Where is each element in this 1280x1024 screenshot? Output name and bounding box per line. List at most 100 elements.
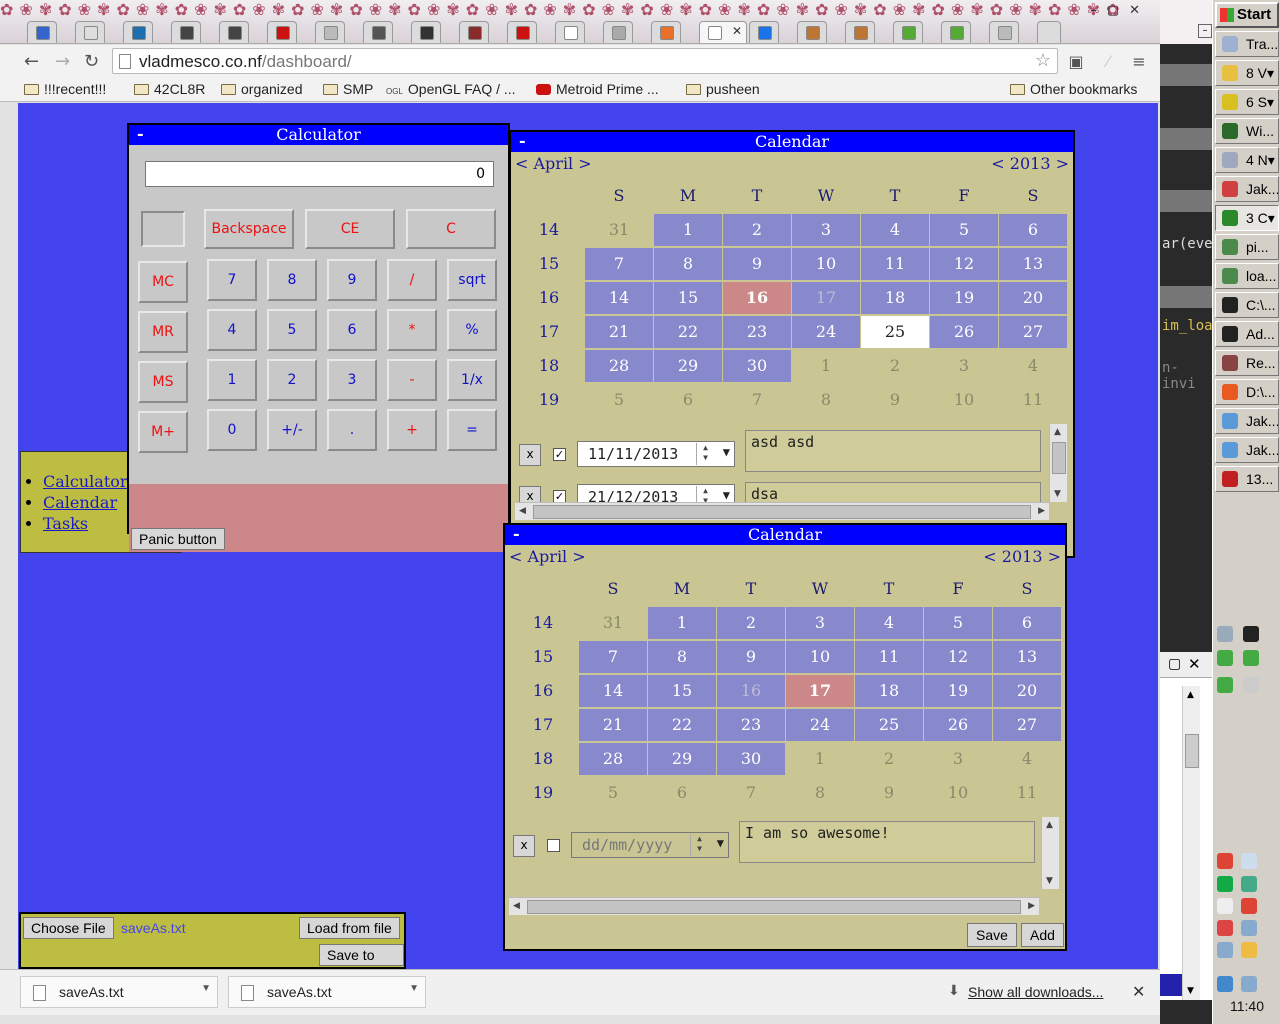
calendar-day[interactable]: 30 bbox=[717, 743, 785, 775]
taskbar-task[interactable]: 8 V▾ bbox=[1215, 60, 1279, 86]
calculator-key[interactable]: % bbox=[447, 309, 497, 351]
browser-tab[interactable] bbox=[893, 21, 923, 43]
calendar-day[interactable]: 23 bbox=[717, 709, 785, 741]
calendar-day[interactable]: 22 bbox=[654, 316, 722, 348]
bookmark-folder[interactable]: SMP bbox=[323, 81, 373, 97]
calculator-key[interactable]: 1 bbox=[207, 359, 257, 401]
browser-tab[interactable] bbox=[941, 21, 971, 43]
add-task-button[interactable]: Add bbox=[1021, 923, 1064, 947]
calendar-day[interactable]: 10 bbox=[792, 248, 860, 280]
tray-icon[interactable] bbox=[1241, 976, 1257, 992]
taskbar-task[interactable]: pi... bbox=[1215, 234, 1279, 260]
calendar-day[interactable]: 12 bbox=[930, 248, 998, 280]
tray-icon[interactable] bbox=[1241, 942, 1257, 958]
scroll-up-icon[interactable]: ▲ bbox=[1187, 690, 1194, 700]
calendar-day[interactable]: 12 bbox=[924, 641, 992, 673]
calendar-day[interactable]: 23 bbox=[723, 316, 791, 348]
window-controls[interactable]: –▢✕ bbox=[1090, 3, 1150, 18]
taskbar-task[interactable]: Jak... bbox=[1215, 408, 1279, 434]
taskbar-task[interactable]: D:\... bbox=[1215, 379, 1279, 405]
calculator-key[interactable]: 0 bbox=[207, 409, 257, 451]
nav-link-calculator[interactable]: Calculator bbox=[43, 472, 128, 491]
calendar-day[interactable]: 18 bbox=[861, 282, 929, 314]
tray-icon[interactable] bbox=[1241, 853, 1257, 869]
calendar-day[interactable]: 5 bbox=[924, 607, 992, 639]
scroll-up-icon[interactable]: ▲ bbox=[1046, 820, 1053, 830]
task-checkbox[interactable]: ✓ bbox=[553, 448, 566, 461]
tray-icon[interactable] bbox=[1243, 626, 1259, 642]
calendar-day[interactable]: 7 bbox=[585, 248, 653, 280]
bookmark-star-icon[interactable]: ☆ bbox=[1035, 50, 1051, 71]
reload-icon[interactable]: ↻ bbox=[84, 51, 99, 72]
nav-link-tasks[interactable]: Tasks bbox=[43, 514, 88, 533]
taskbar-task[interactable]: Tra... bbox=[1215, 31, 1279, 57]
calendar-day[interactable]: 27 bbox=[999, 316, 1067, 348]
memory-clear-button[interactable]: MC bbox=[138, 261, 188, 303]
close-icon[interactable]: ✕ bbox=[1188, 655, 1201, 673]
bookmark-folder[interactable]: !!!recent!!! bbox=[24, 81, 106, 97]
calendar-day[interactable]: 24 bbox=[792, 316, 860, 348]
taskbar-task[interactable]: Wi... bbox=[1215, 118, 1279, 144]
browser-tab[interactable] bbox=[27, 21, 57, 43]
calculator-key[interactable]: - bbox=[387, 359, 437, 401]
clock[interactable]: 11:40 bbox=[1213, 998, 1280, 1014]
month-nav[interactable]: < April > bbox=[515, 154, 592, 173]
task-list-scrollbar[interactable]: ▲ ▼ bbox=[1049, 424, 1067, 502]
remove-task-button[interactable]: x bbox=[513, 835, 535, 857]
close-tab-icon[interactable]: ✕ bbox=[732, 24, 742, 38]
calendar-day[interactable]: 14 bbox=[585, 282, 653, 314]
browser-tab[interactable] bbox=[363, 21, 393, 43]
taskbar-task[interactable]: C:\... bbox=[1215, 292, 1279, 318]
calendar-day[interactable]: 14 bbox=[579, 675, 647, 707]
tray-icon[interactable] bbox=[1217, 976, 1233, 992]
tray-icon[interactable] bbox=[1241, 920, 1257, 936]
scroll-thumb[interactable] bbox=[533, 505, 1031, 519]
scroll-down-icon[interactable]: ▼ bbox=[1187, 986, 1194, 996]
taskbar-task[interactable]: Jak... bbox=[1215, 437, 1279, 463]
calendar-day[interactable]: 25 bbox=[855, 709, 923, 741]
tray-icon[interactable] bbox=[1217, 876, 1233, 892]
clear-entry-button[interactable]: CE bbox=[305, 209, 395, 249]
tray-icon[interactable] bbox=[1241, 898, 1257, 914]
bookmark-folder[interactable]: 42CL8R bbox=[134, 81, 205, 97]
year-nav[interactable]: < 2013 > bbox=[983, 547, 1061, 566]
scroll-thumb[interactable] bbox=[1052, 442, 1066, 474]
calculator-key[interactable]: 6 bbox=[327, 309, 377, 351]
address-bar[interactable]: vladmesco.co.nf/dashboard/ ☆ bbox=[112, 48, 1058, 74]
calendar-day[interactable]: 11 bbox=[855, 641, 923, 673]
calendar-day[interactable]: 11 bbox=[861, 248, 929, 280]
tray-icon[interactable] bbox=[1217, 920, 1233, 936]
browser-tab[interactable] bbox=[797, 21, 827, 43]
calculator-key[interactable]: 1/x bbox=[447, 359, 497, 401]
calendar-day[interactable]: 4 bbox=[855, 607, 923, 639]
calendar-day[interactable]: 20 bbox=[999, 282, 1067, 314]
show-all-downloads-link[interactable]: Show all downloads... bbox=[968, 984, 1103, 1000]
load-from-file-button[interactable]: Load from file bbox=[299, 917, 400, 939]
calendar-day[interactable]: 7 bbox=[579, 641, 647, 673]
calendar-day[interactable]: 2 bbox=[723, 214, 791, 246]
calendar-day[interactable]: 21 bbox=[585, 316, 653, 348]
calendar-day[interactable]: 13 bbox=[993, 641, 1061, 673]
task-text-area[interactable]: I am so awesome! bbox=[739, 821, 1035, 863]
taskbar-task[interactable]: Jak... bbox=[1215, 176, 1279, 202]
task-list-hscrollbar[interactable]: ◀ ▶ bbox=[515, 502, 1049, 520]
calculator-key[interactable]: + bbox=[387, 409, 437, 451]
calendar-day[interactable]: 29 bbox=[648, 743, 716, 775]
calendar-day[interactable]: 18 bbox=[855, 675, 923, 707]
scroll-left-icon[interactable]: ◀ bbox=[519, 506, 526, 516]
dropdown-arrow-icon[interactable]: ▼ bbox=[723, 488, 730, 502]
calendar-day[interactable]: 24 bbox=[786, 709, 854, 741]
calendar-day[interactable]: 2 bbox=[717, 607, 785, 639]
taskbar-task[interactable]: 13... bbox=[1215, 466, 1279, 492]
task-text-area[interactable]: asd asd bbox=[745, 430, 1041, 472]
tray-icon[interactable] bbox=[1217, 677, 1233, 693]
calculator-key[interactable]: 8 bbox=[267, 259, 317, 301]
browser-tab[interactable] bbox=[749, 21, 779, 43]
calendar-day[interactable]: 1 bbox=[654, 214, 722, 246]
calendar-day[interactable]: 4 bbox=[861, 214, 929, 246]
task-text-area[interactable]: dsa bbox=[745, 482, 1041, 504]
calculator-key[interactable]: +/- bbox=[267, 409, 317, 451]
calendar-day[interactable]: 9 bbox=[723, 248, 791, 280]
calendar-day[interactable]: 16 bbox=[717, 675, 785, 707]
save-button[interactable]: Save bbox=[967, 923, 1017, 947]
